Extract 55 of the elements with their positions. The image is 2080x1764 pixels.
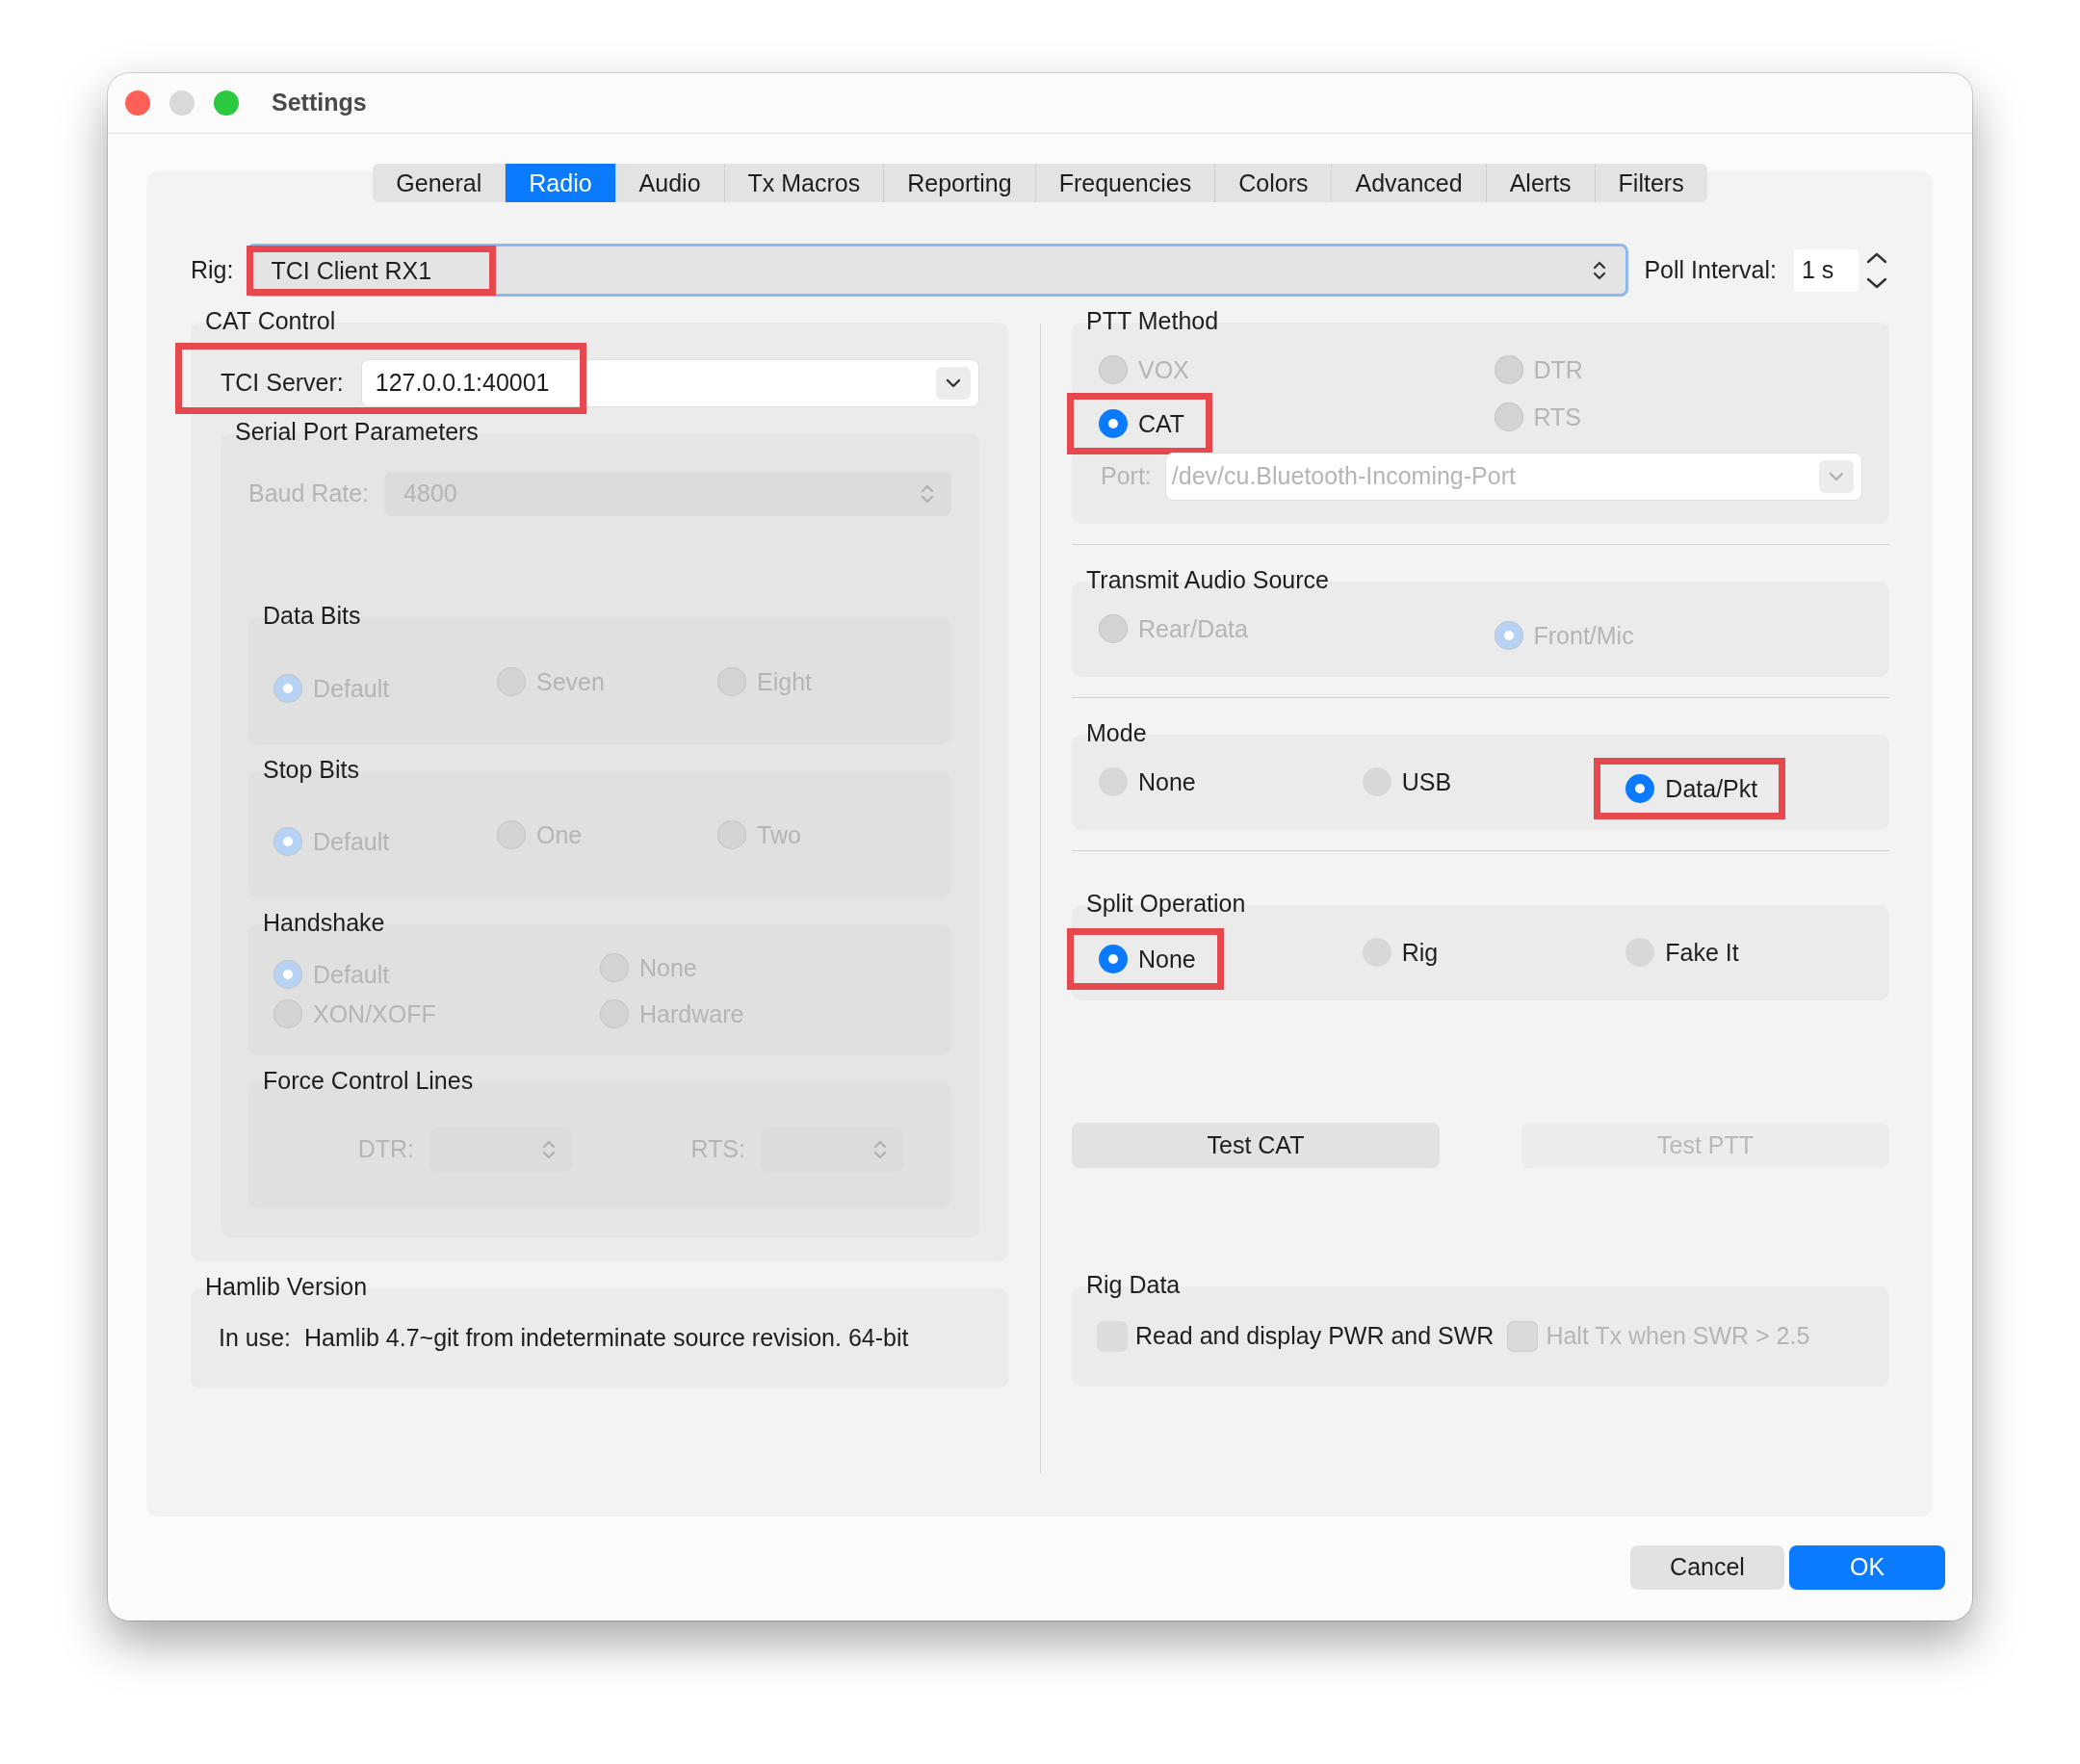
- dropdown-button[interactable]: [936, 367, 971, 400]
- group-title: Handshake: [263, 908, 385, 937]
- radio-option[interactable]: USB: [1362, 767, 1452, 797]
- dialog-button[interactable]: Cancel: [1630, 1545, 1784, 1590]
- test-button[interactable]: Test CAT: [1072, 1123, 1440, 1168]
- poll-interval-field[interactable]: 1 s: [1794, 248, 1859, 292]
- group-title: Rig Data: [1086, 1270, 1181, 1299]
- group-title: Mode: [1086, 718, 1147, 747]
- tab[interactable]: Reporting: [884, 164, 1036, 202]
- chevron-down-icon: [946, 378, 961, 388]
- group-title: Serial Port Parameters: [235, 417, 479, 446]
- group-title: Stop Bits: [263, 755, 360, 784]
- poll-interval-label: Poll Interval:: [1644, 254, 1777, 285]
- group-title: Data Bits: [263, 601, 361, 630]
- dropdown-value: /dev/cu.Bluetooth-Incoming-Port: [1171, 461, 1516, 492]
- chevron-up-down-icon: [542, 1138, 556, 1160]
- group-title: Transmit Audio Source: [1086, 565, 1329, 594]
- in-use-label: In use:: [219, 1323, 292, 1354]
- tab[interactable]: Advanced: [1332, 164, 1487, 202]
- tab[interactable]: Filters: [1595, 164, 1707, 202]
- tab[interactable]: Radio: [506, 164, 616, 202]
- chevron-up-down-icon: [921, 483, 934, 505]
- tab[interactable]: Frequencies: [1035, 164, 1216, 202]
- group-title: Hamlib Version: [205, 1272, 368, 1301]
- field-value: 127.0.0.1:40001: [375, 368, 550, 399]
- radio-option[interactable]: Rig: [1362, 938, 1439, 968]
- dialog-button[interactable]: OK: [1789, 1545, 1945, 1590]
- radio-option[interactable]: None: [1099, 945, 1196, 974]
- tab[interactable]: Alerts: [1486, 164, 1596, 202]
- window-control-icon[interactable]: [169, 91, 195, 116]
- hamlib-version-text: Hamlib 4.7~git from indeterminate source revision. 64-bit: [304, 1323, 909, 1354]
- window-title: Settings: [272, 88, 367, 118]
- window-control-icon[interactable]: [214, 91, 239, 116]
- tci-server-field[interactable]: 127.0.0.1:40001: [360, 359, 979, 407]
- radio-option[interactable]: Fake It: [1625, 938, 1739, 968]
- chevron-up-down-icon: [873, 1138, 887, 1160]
- group-title: Split Operation: [1086, 889, 1246, 918]
- chevron-down-icon: [1829, 472, 1844, 481]
- rig-dropdown[interactable]: TCI Client RX1: [247, 244, 1629, 297]
- radio-option[interactable]: CAT: [1099, 408, 1185, 438]
- group-title: CAT Control: [205, 306, 336, 335]
- window-control-icon[interactable]: [125, 91, 150, 116]
- radio-option[interactable]: None: [1099, 767, 1196, 797]
- tci-server-label: TCI Server:: [221, 368, 344, 399]
- dropdown-value: TCI Client RX1: [271, 256, 432, 284]
- tab[interactable]: General: [373, 164, 507, 202]
- checkbox-option[interactable]: Read and display PWR and SWR: [1097, 1318, 1495, 1355]
- tab[interactable]: Colors: [1215, 164, 1333, 202]
- radio-option[interactable]: Data/Pkt: [1625, 774, 1758, 804]
- tab[interactable]: Tx Macros: [724, 164, 885, 202]
- rig-label: Rig:: [191, 254, 234, 285]
- tab[interactable]: Audio: [615, 164, 725, 202]
- chevron-up-down-icon: [1593, 259, 1607, 281]
- group-title: Force Control Lines: [263, 1066, 474, 1095]
- group-title: PTT Method: [1086, 306, 1219, 335]
